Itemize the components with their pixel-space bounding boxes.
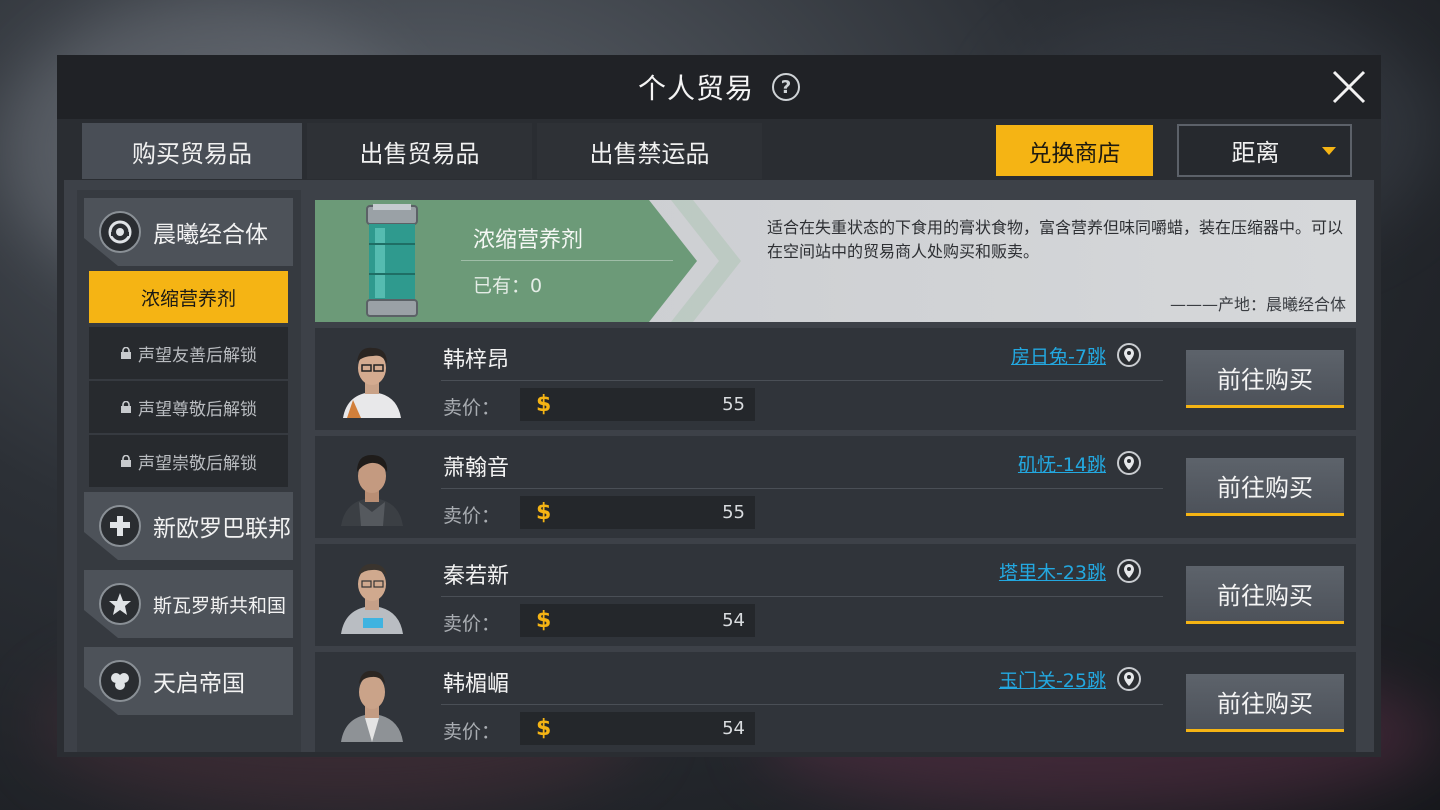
go-buy-label: 前往购买 [1217, 366, 1313, 394]
seller-row: 韩楣嵋 玉门关-25跳 卖价： $ 54 前往购买 [315, 652, 1356, 752]
faction-dawn[interactable]: 晨曦经合体 [84, 198, 293, 266]
divider [461, 260, 673, 261]
close-icon[interactable] [1331, 69, 1367, 105]
seller-row: 秦若新 塔里木-23跳 卖价： $ 54 前往购买 [315, 544, 1356, 646]
price-value: 55 [722, 502, 745, 523]
sort-selected-value: 距离 [1231, 139, 1280, 167]
seller-list: 韩梓昂 房日兔-7跳 卖价： $ 55 前往购买 萧翰音 矶怃-14跳 卖价： … [315, 328, 1356, 752]
lock-icon [121, 401, 131, 413]
go-buy-label: 前往购买 [1217, 582, 1313, 610]
price-value: 54 [722, 718, 745, 739]
sort-dropdown[interactable]: 距离 [1177, 124, 1352, 177]
avatar [337, 554, 407, 634]
avatar [337, 446, 407, 526]
credit-coin-icon: $ [536, 500, 552, 525]
location-link[interactable]: 矶怃-14跳 [1018, 450, 1106, 477]
tab-label: 出售禁运品 [589, 139, 710, 168]
sub-item-label: 声望友善后解锁 [138, 345, 257, 366]
sub-item-label: 声望尊敬后解锁 [138, 399, 257, 420]
chevron-down-icon [1322, 146, 1336, 155]
item-detail-banner: 浓缩营养剂 已有：0 适合在失重状态的下食用的膏状食物，富含营养但味同嚼蜡，装在… [315, 200, 1356, 322]
price-box: $ 55 [520, 388, 755, 421]
avatar [337, 338, 407, 418]
price-label: 卖价： [443, 397, 501, 419]
nutrient-canister-icon [366, 204, 418, 317]
price-label: 卖价： [443, 505, 501, 527]
sub-item-locked-friendly: 声望友善后解锁 [89, 327, 288, 379]
price-label: 卖价： [443, 613, 501, 635]
map-pin-icon[interactable] [1117, 343, 1141, 367]
faction-label: 晨曦经合体 [153, 222, 268, 248]
faction-new-europa[interactable]: 新欧罗巴联邦 [84, 492, 293, 560]
faction-svaros[interactable]: 斯瓦罗斯共和国 [84, 570, 293, 638]
tab-label: 购买贸易品 [132, 139, 252, 168]
go-buy-button[interactable]: 前往购买 [1186, 350, 1344, 408]
divider [441, 380, 1163, 381]
price-value: 54 [722, 610, 745, 631]
location-link[interactable]: 玉门关-25跳 [999, 666, 1106, 693]
avatar [337, 662, 407, 742]
sub-item-label: 声望崇敬后解锁 [138, 453, 257, 474]
tab-sell-contraband[interactable]: 出售禁运品 [537, 123, 762, 179]
sub-item-nutrient[interactable]: 浓缩营养剂 [89, 271, 288, 323]
sub-item-label: 浓缩营养剂 [140, 287, 236, 310]
faction-apocalypse-empire[interactable]: 天启帝国 [84, 647, 293, 715]
faction-sidebar: 晨曦经合体 浓缩营养剂 声望友善后解锁 声望尊敬后解锁 声望崇敬后解锁 新欧罗巴… [77, 190, 301, 752]
exchange-shop-button[interactable]: 兑换商店 [996, 125, 1153, 176]
go-buy-button[interactable]: 前往购买 [1186, 566, 1344, 624]
go-buy-button[interactable]: 前往购买 [1186, 458, 1344, 516]
price-box: $ 54 [520, 712, 755, 745]
seller-row: 萧翰音 矶怃-14跳 卖价： $ 55 前往购买 [315, 436, 1356, 538]
seller-row: 韩梓昂 房日兔-7跳 卖价： $ 55 前往购买 [315, 328, 1356, 430]
cross-faction-icon [99, 505, 141, 547]
exchange-shop-label: 兑换商店 [1028, 140, 1121, 167]
price-box: $ 55 [520, 496, 755, 529]
credit-coin-icon: $ [536, 716, 552, 741]
seller-name: 韩梓昂 [443, 348, 510, 373]
location-link[interactable]: 房日兔-7跳 [1011, 342, 1106, 369]
item-origin: ———产地：晨曦经合体 [1169, 295, 1346, 314]
map-pin-icon[interactable] [1117, 559, 1141, 583]
price-label: 卖价： [443, 721, 501, 743]
divider [441, 704, 1163, 705]
map-pin-icon[interactable] [1117, 451, 1141, 475]
title-bar: 个人贸易 ? [57, 55, 1381, 119]
orb-faction-icon [99, 660, 141, 702]
help-icon[interactable]: ? [772, 73, 800, 101]
window-title: 个人贸易 [637, 72, 754, 105]
tab-label: 出售贸易品 [359, 139, 480, 168]
sub-item-locked-revered: 声望崇敬后解锁 [89, 435, 288, 487]
go-buy-label: 前往购买 [1217, 690, 1313, 718]
trade-panel: 个人贸易 ? 购买贸易品 出售贸易品 出售禁运品 兑换商店 距离 晨曦经合体 浓… [57, 55, 1381, 757]
price-value: 55 [722, 394, 745, 415]
item-owned-count: 已有：0 [473, 275, 543, 297]
faction-label: 新欧罗巴联邦 [153, 516, 291, 542]
sub-item-locked-respected: 声望尊敬后解锁 [89, 381, 288, 433]
divider [441, 596, 1163, 597]
map-pin-icon[interactable] [1117, 667, 1141, 691]
credit-coin-icon: $ [536, 608, 552, 633]
divider [441, 488, 1163, 489]
location-link[interactable]: 塔里木-23跳 [999, 558, 1106, 585]
star-faction-icon [99, 583, 141, 625]
seller-name: 萧翰音 [443, 456, 510, 481]
tab-sell-goods[interactable]: 出售贸易品 [307, 123, 532, 179]
dawn-faction-icon [99, 211, 141, 253]
faction-label: 天启帝国 [153, 671, 245, 697]
go-buy-label: 前往购买 [1217, 474, 1313, 502]
lock-icon [121, 347, 131, 359]
lock-icon [121, 455, 131, 467]
item-name: 浓缩营养剂 [473, 228, 584, 253]
credit-coin-icon: $ [536, 392, 552, 417]
item-description: 适合在失重状态的下食用的膏状食物，富含营养但味同嚼蜡，装在压缩器中。可以在空间站… [767, 218, 1344, 261]
faction-label: 斯瓦罗斯共和国 [153, 594, 287, 617]
go-buy-button[interactable]: 前往购买 [1186, 674, 1344, 732]
seller-name: 韩楣嵋 [443, 672, 510, 697]
content-area: 晨曦经合体 浓缩营养剂 声望友善后解锁 声望尊敬后解锁 声望崇敬后解锁 新欧罗巴… [64, 180, 1374, 752]
tab-buy-goods[interactable]: 购买贸易品 [82, 123, 302, 179]
seller-name: 秦若新 [443, 564, 510, 589]
price-box: $ 54 [520, 604, 755, 637]
